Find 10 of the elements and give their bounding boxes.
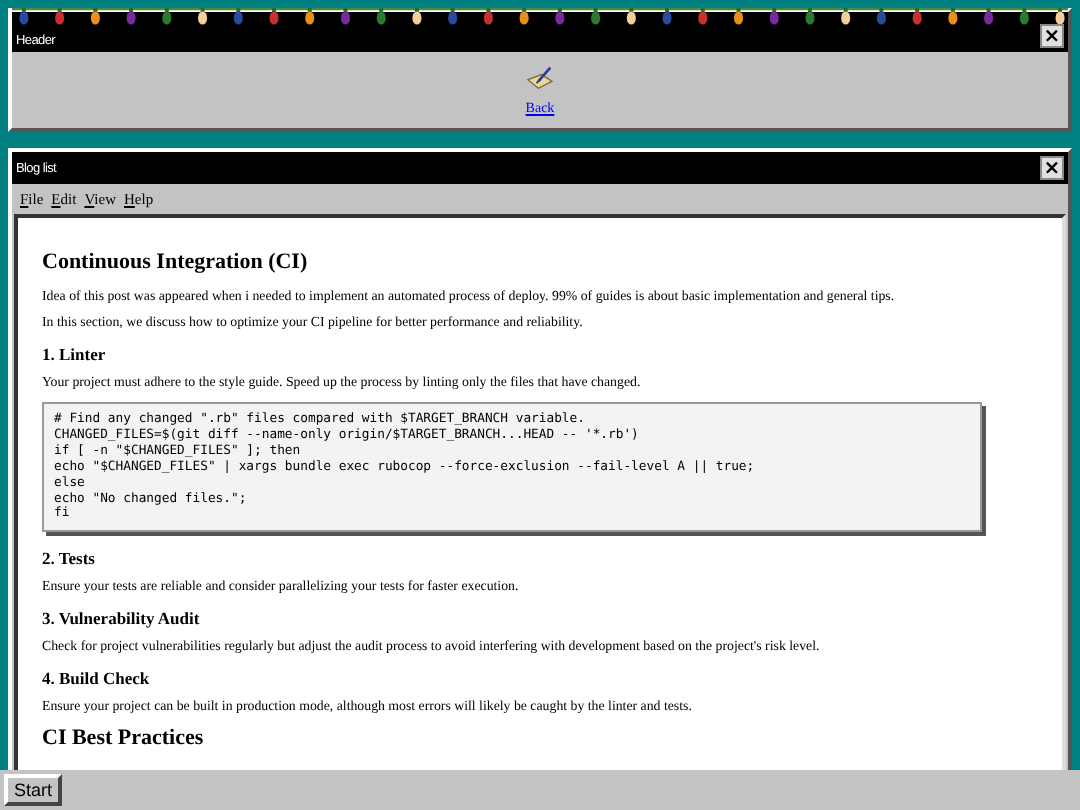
subsection-heading: 1. Linter xyxy=(42,344,108,364)
close-button[interactable]: × xyxy=(1040,24,1064,48)
notepad-pen-icon xyxy=(526,65,554,89)
close-button[interactable]: × xyxy=(1040,156,1064,180)
subsection-heading: 3. Vulnerability Audit xyxy=(42,608,202,629)
start-button[interactable]: Start xyxy=(4,774,63,806)
subsection-heading: 4. Build Check xyxy=(42,668,152,689)
subsection-heading: 2. Tests xyxy=(42,548,97,569)
section-heading: CI Best Practices xyxy=(42,726,206,751)
section-heading: Continuous Integration (CI) xyxy=(42,250,310,274)
